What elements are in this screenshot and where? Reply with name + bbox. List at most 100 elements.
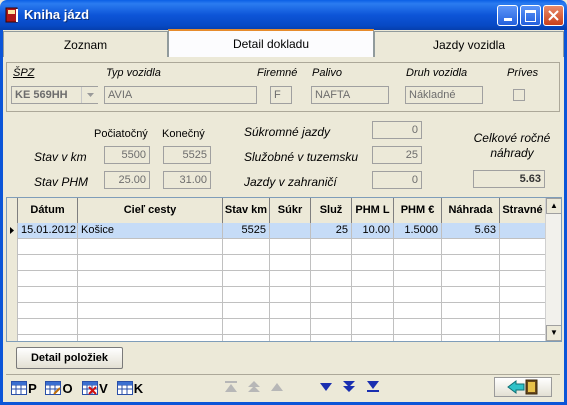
table-cell-empty[interactable] bbox=[442, 255, 500, 271]
minimize-button[interactable] bbox=[497, 5, 518, 26]
table-row-empty[interactable] bbox=[7, 287, 545, 303]
table-cell-empty[interactable] bbox=[500, 239, 545, 255]
typ-vozidla-field[interactable]: AVIA bbox=[104, 86, 257, 104]
table-cell-empty[interactable] bbox=[500, 303, 545, 319]
table-cell-empty[interactable] bbox=[223, 303, 270, 319]
maximize-button[interactable] bbox=[520, 5, 541, 26]
table-cell-empty[interactable] bbox=[78, 239, 223, 255]
table-cell-empty[interactable] bbox=[270, 271, 311, 287]
table-cell-empty[interactable] bbox=[270, 255, 311, 271]
table-cell-empty[interactable] bbox=[78, 319, 223, 335]
first-record-button[interactable] bbox=[220, 377, 242, 397]
prev-record-button[interactable] bbox=[266, 377, 288, 397]
sukromne-jazdy-field[interactable]: 0 bbox=[372, 121, 422, 139]
cell-stav-km[interactable]: 5525 bbox=[223, 223, 270, 239]
table-cell-empty[interactable] bbox=[500, 271, 545, 287]
table-cell-empty[interactable] bbox=[394, 303, 442, 319]
prev-page-button[interactable] bbox=[243, 377, 265, 397]
add-o-button[interactable]: O bbox=[42, 377, 76, 399]
column-header-stravne[interactable]: Stravné bbox=[500, 198, 545, 223]
table-cell-empty[interactable] bbox=[352, 303, 394, 319]
table-cell-empty[interactable] bbox=[500, 335, 545, 341]
table-cell-empty[interactable] bbox=[394, 271, 442, 287]
table-cell-empty[interactable] bbox=[500, 255, 545, 271]
table-row-empty[interactable] bbox=[7, 319, 545, 335]
zahranici-field[interactable]: 0 bbox=[372, 171, 422, 189]
tab-detail-dokladu[interactable]: Detail dokladu bbox=[168, 29, 374, 57]
table-cell-empty[interactable] bbox=[500, 319, 545, 335]
cell-nahrada[interactable]: 5.63 bbox=[442, 223, 500, 239]
table-cell-empty[interactable] bbox=[7, 287, 18, 303]
stav-phm-end-field[interactable]: 31.00 bbox=[163, 171, 211, 189]
close-button[interactable] bbox=[543, 5, 564, 26]
close-k-button[interactable]: K bbox=[114, 377, 146, 399]
table-cell-empty[interactable] bbox=[311, 271, 352, 287]
cell-stravne[interactable] bbox=[500, 223, 545, 239]
table-cell-empty[interactable] bbox=[7, 255, 18, 271]
table-cell-empty[interactable] bbox=[352, 271, 394, 287]
stav-phm-start-field[interactable]: 25.00 bbox=[104, 171, 150, 189]
table-cell-empty[interactable] bbox=[270, 303, 311, 319]
cell-ciel[interactable]: Košice bbox=[78, 223, 223, 239]
table-cell-empty[interactable] bbox=[270, 319, 311, 335]
table-row-empty[interactable] bbox=[7, 303, 545, 319]
table-cell-empty[interactable] bbox=[311, 335, 352, 341]
prives-checkbox[interactable] bbox=[513, 89, 525, 101]
table-cell-empty[interactable] bbox=[500, 287, 545, 303]
column-header-phm-eur[interactable]: PHM € bbox=[394, 198, 442, 223]
table-cell-empty[interactable] bbox=[394, 335, 442, 341]
table-cell-empty[interactable] bbox=[311, 239, 352, 255]
table-cell-empty[interactable] bbox=[442, 271, 500, 287]
table-cell-empty[interactable] bbox=[18, 287, 78, 303]
nahrady-total-field[interactable]: 5.63 bbox=[473, 170, 545, 188]
palivo-field[interactable]: NAFTA bbox=[311, 86, 389, 104]
firemne-field[interactable]: F bbox=[270, 86, 292, 104]
stav-km-end-field[interactable]: 5525 bbox=[163, 146, 211, 164]
vertical-scrollbar[interactable]: ▲ ▼ bbox=[545, 198, 561, 341]
druh-vozidla-field[interactable]: Nákladné bbox=[405, 86, 483, 104]
table-cell-empty[interactable] bbox=[442, 319, 500, 335]
table-cell-empty[interactable] bbox=[18, 239, 78, 255]
table-cell-empty[interactable] bbox=[442, 239, 500, 255]
table-cell-empty[interactable] bbox=[7, 239, 18, 255]
exit-button[interactable] bbox=[494, 377, 552, 397]
table-cell-empty[interactable] bbox=[352, 319, 394, 335]
table-cell-empty[interactable] bbox=[223, 335, 270, 341]
table-cell-empty[interactable] bbox=[352, 335, 394, 341]
column-header-datum[interactable]: Dátum bbox=[18, 198, 78, 223]
next-page-button[interactable] bbox=[338, 377, 360, 397]
table-cell-empty[interactable] bbox=[18, 255, 78, 271]
table-cell-empty[interactable] bbox=[270, 239, 311, 255]
table-cell-empty[interactable] bbox=[7, 271, 18, 287]
next-record-button[interactable] bbox=[315, 377, 337, 397]
cell-sluz[interactable]: 25 bbox=[311, 223, 352, 239]
table-cell-empty[interactable] bbox=[311, 303, 352, 319]
table-cell-empty[interactable] bbox=[223, 255, 270, 271]
stav-km-start-field[interactable]: 5500 bbox=[104, 146, 150, 164]
scroll-up-button[interactable]: ▲ bbox=[546, 198, 561, 214]
table-cell-empty[interactable] bbox=[223, 287, 270, 303]
sluzobne-field[interactable]: 25 bbox=[372, 146, 422, 164]
column-header-ciel[interactable]: Cieľ cesty bbox=[78, 198, 223, 223]
table-cell-empty[interactable] bbox=[18, 303, 78, 319]
cell-phm-eur[interactable]: 1.5000 bbox=[394, 223, 442, 239]
add-p-button[interactable]: P bbox=[8, 377, 40, 399]
table-row-empty[interactable] bbox=[7, 335, 545, 341]
table-cell-empty[interactable] bbox=[270, 335, 311, 341]
column-header-stav-km[interactable]: Stav km bbox=[223, 198, 270, 223]
scroll-down-button[interactable]: ▼ bbox=[546, 325, 561, 341]
table-cell-empty[interactable] bbox=[78, 255, 223, 271]
table-cell-empty[interactable] bbox=[394, 239, 442, 255]
table-cell-empty[interactable] bbox=[311, 287, 352, 303]
cell-phm-l[interactable]: 10.00 bbox=[352, 223, 394, 239]
table-cell-empty[interactable] bbox=[311, 319, 352, 335]
column-header-phm-l[interactable]: PHM L bbox=[352, 198, 394, 223]
cell-sukr[interactable] bbox=[270, 223, 311, 239]
tab-zoznam[interactable]: Zoznam bbox=[3, 31, 168, 57]
table-cell-empty[interactable] bbox=[7, 335, 18, 341]
trips-table[interactable]: Dátum Cieľ cesty Stav km Súkr Služ PHM L… bbox=[6, 197, 562, 342]
tab-jazdy-vozidla[interactable]: Jazdy vozidla bbox=[374, 31, 564, 57]
column-header-sukr[interactable]: Súkr bbox=[270, 198, 311, 223]
table-row[interactable]: 15.01.2012 Košice 5525 25 10.00 1.5000 5… bbox=[7, 223, 545, 239]
table-cell-empty[interactable] bbox=[352, 239, 394, 255]
